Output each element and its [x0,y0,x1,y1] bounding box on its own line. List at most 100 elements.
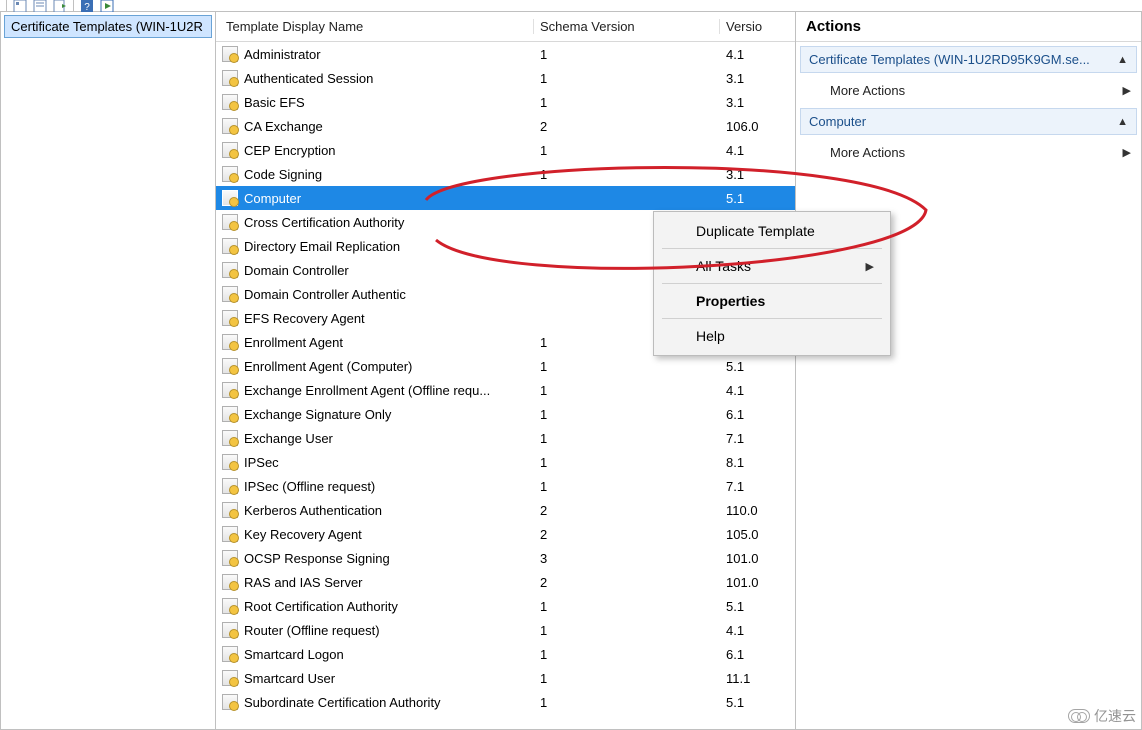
template-name: Authenticated Session [244,71,373,86]
table-row[interactable]: Smartcard Logon16.1 [216,642,795,666]
template-version: 3.1 [720,71,766,86]
template-name: RAS and IAS Server [244,575,363,590]
template-name: Code Signing [244,167,322,182]
table-row[interactable]: OCSP Response Signing3101.0 [216,546,795,570]
actions-section-templates[interactable]: Certificate Templates (WIN-1U2RD95K9GM.s… [800,46,1137,73]
template-version: 101.0 [720,575,766,590]
certificate-template-icon [222,70,238,86]
certificate-template-icon [222,526,238,542]
template-version: 5.1 [720,191,766,206]
template-name: Domain Controller [244,263,349,278]
certificate-template-icon [222,430,238,446]
table-row[interactable]: Router (Offline request) 14.1 [216,618,795,642]
watermark: 亿速云 [1068,706,1136,726]
certificate-template-icon [222,358,238,374]
submenu-arrow-icon: ▶ [866,260,874,273]
template-name: Router (Offline request) [244,623,380,638]
certificate-template-icon [222,646,238,662]
template-schema: 1 [534,407,720,422]
tree-node-certificate-templates[interactable]: Certificate Templates (WIN-1U2R [4,15,212,38]
template-version: 3.1 [720,167,766,182]
ctx-separator [662,248,882,249]
template-schema: 2 [534,119,720,134]
certificate-template-icon [222,502,238,518]
table-row[interactable]: Administrator14.1 [216,42,795,66]
template-name: Subordinate Certification Authority [244,695,441,710]
table-row[interactable]: Exchange Signature Only16.1 [216,402,795,426]
certificate-template-icon [222,670,238,686]
template-version: 11.1 [720,671,766,686]
template-name: Exchange User [244,431,333,446]
svg-text:?: ? [84,2,90,13]
table-row[interactable]: IPSec18.1 [216,450,795,474]
actions-more-computer[interactable]: More Actions ▶ [796,139,1141,166]
template-version: 106.0 [720,119,766,134]
table-row[interactable]: IPSec (Offline request)17.1 [216,474,795,498]
list-header: Template Display Name Schema Version Ver… [216,12,795,42]
table-row[interactable]: RAS and IAS Server2101.0 [216,570,795,594]
certificate-template-icon [222,142,238,158]
list-body[interactable]: Administrator14.1Authenticated Session13… [216,42,795,729]
template-schema: 1 [534,647,720,662]
actions-more-templates[interactable]: More Actions ▶ [796,77,1141,104]
template-version: 5.1 [720,359,766,374]
template-schema: 1 [534,599,720,614]
ctx-duplicate-template[interactable]: Duplicate Template [656,216,888,246]
column-header-schema[interactable]: Schema Version [534,19,720,34]
ctx-all-tasks[interactable]: All Tasks ▶ [656,251,888,281]
template-schema: 1 [534,695,720,710]
certificate-template-icon [222,310,238,326]
template-schema: 1 [534,455,720,470]
template-version: 4.1 [720,623,766,638]
template-name: Root Certification Authority [244,599,398,614]
certificate-template-icon [222,238,238,254]
template-version: 105.0 [720,527,766,542]
certificate-template-icon [222,190,238,206]
table-row[interactable]: Root Certification Authority15.1 [216,594,795,618]
template-schema: 1 [534,383,720,398]
ctx-help[interactable]: Help [656,321,888,351]
table-row[interactable]: Subordinate Certification Authority 15.1 [216,690,795,714]
table-row[interactable]: CEP Encryption14.1 [216,138,795,162]
column-header-version[interactable]: Versio [720,19,766,34]
template-version: 4.1 [720,47,766,62]
collapse-arrow-icon: ▲ [1117,116,1128,128]
submenu-arrow-icon: ▶ [1123,84,1131,97]
template-list-pane: Template Display Name Schema Version Ver… [216,12,796,730]
template-name: Administrator [244,47,321,62]
table-row[interactable]: Kerberos Authentication2110.0 [216,498,795,522]
table-row[interactable]: Exchange User17.1 [216,426,795,450]
table-row[interactable]: CA Exchange2106.0 [216,114,795,138]
template-schema: 1 [534,359,720,374]
template-version: 6.1 [720,647,766,662]
template-schema: 2 [534,527,720,542]
tree-pane: Certificate Templates (WIN-1U2R [0,12,216,730]
template-version: 6.1 [720,407,766,422]
template-schema: 1 [534,623,720,638]
table-row[interactable]: Enrollment Agent (Computer) 15.1 [216,354,795,378]
template-schema: 1 [534,671,720,686]
table-row[interactable]: Computer5.1 [216,186,795,210]
template-name: IPSec (Offline request) [244,479,375,494]
certificate-template-icon [222,214,238,230]
actions-section-computer[interactable]: Computer ▲ [800,108,1137,135]
table-row[interactable]: Smartcard User111.1 [216,666,795,690]
table-row[interactable]: Key Recovery Agent2105.0 [216,522,795,546]
collapse-arrow-icon: ▲ [1117,54,1128,66]
certificate-template-icon [222,334,238,350]
context-menu: Duplicate Template All Tasks ▶ Propertie… [653,211,891,356]
table-row[interactable]: Exchange Enrollment Agent (Offline requ.… [216,378,795,402]
template-version: 3.1 [720,95,766,110]
template-schema: 1 [534,143,720,158]
table-row[interactable]: Basic EFS13.1 [216,90,795,114]
template-name: Domain Controller Authentic [244,287,406,302]
template-name: OCSP Response Signing [244,551,390,566]
watermark-icon [1068,709,1090,723]
certificate-template-icon [222,382,238,398]
column-header-name[interactable]: Template Display Name [216,19,534,34]
ctx-properties[interactable]: Properties [656,286,888,316]
table-row[interactable]: Authenticated Session13.1 [216,66,795,90]
template-version: 5.1 [720,695,766,710]
template-name: Enrollment Agent (Computer) [244,359,412,374]
table-row[interactable]: Code Signing13.1 [216,162,795,186]
